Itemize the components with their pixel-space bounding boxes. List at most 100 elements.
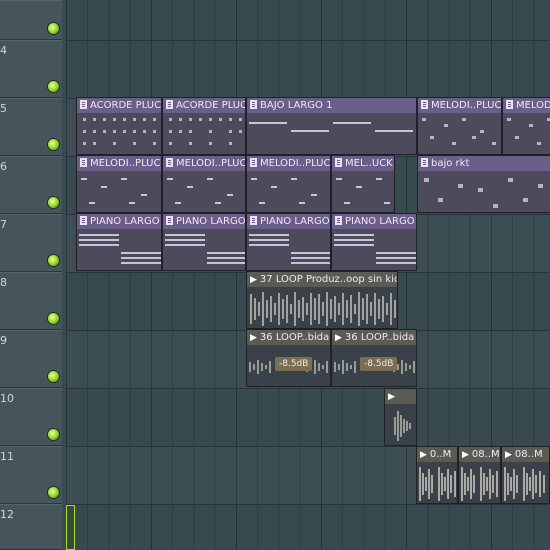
clip-label: 37 LOOP Produz..oop sin kick <box>259 274 397 285</box>
mute-led-icon[interactable] <box>48 139 59 150</box>
clip-bajo-rkt[interactable]: bajo rkt <box>417 155 550 213</box>
lane-4[interactable] <box>66 40 550 99</box>
clip-audio-0m[interactable]: ▶ 0..M <box>416 446 458 504</box>
clip-small-audio[interactable]: ▶ <box>384 388 417 446</box>
clip-loop-37[interactable]: ▶ 37 LOOP Produz..oop sin kick <box>246 271 398 329</box>
waveform <box>250 292 396 326</box>
clip-header: ACORDE PLUCK <box>77 98 161 113</box>
mute-led-icon[interactable] <box>48 371 59 382</box>
clip-piano-largo[interactable]: PIANO LARGO <box>76 213 162 271</box>
track-header-11[interactable]: 11 <box>0 446 62 504</box>
track-header-7[interactable]: 7 <box>0 214 62 272</box>
clip-loop-36[interactable]: ▶ 36 LOOP..bida -8.5dB <box>246 329 331 387</box>
clip-melodi-pluck[interactable]: MELODI..PLUCK <box>417 97 502 155</box>
track-number: 8 <box>0 276 7 289</box>
mute-led-icon[interactable] <box>48 197 59 208</box>
mute-led-icon[interactable] <box>48 313 59 324</box>
clip-header: BAJO LARGO 1 <box>247 98 416 113</box>
clip-header: ▶ 08..M <box>502 447 549 462</box>
audio-clip-icon: ▶ <box>462 450 469 460</box>
clip-melodi-pluck[interactable]: MELODI..PLUCK <box>76 155 162 213</box>
pattern-icon <box>80 216 87 225</box>
playlist-grid[interactable]: ACORDE PLUCK ACORDE PLUCK BAJO LARGO 1 M… <box>66 0 550 550</box>
clip-mel-uck[interactable]: MEL..UCK <box>331 155 395 213</box>
track-header-5[interactable]: 5 <box>0 98 62 156</box>
track-header-3[interactable] <box>0 0 62 40</box>
clip-melodi-pluck[interactable]: MELODI..PLUCK <box>162 155 246 213</box>
clip-header: PIANO LARGO <box>163 214 245 229</box>
clip-header: PIANO LARGO <box>77 214 161 229</box>
clip-header: MELODI..PLUCK <box>163 156 245 171</box>
mute-led-icon[interactable] <box>48 487 59 498</box>
track-header-6[interactable]: 6 <box>0 156 62 214</box>
track-header-12[interactable]: 12 <box>0 504 62 550</box>
selection-marker[interactable] <box>66 505 75 550</box>
clip-header: MELODI..PLUCK <box>247 156 330 171</box>
clip-header: ▶ <box>385 389 416 404</box>
track-header-8[interactable]: 8 <box>0 272 62 330</box>
track-number: 7 <box>0 218 7 231</box>
waveform <box>419 467 456 501</box>
clip-label: 36 LOOP..bida <box>259 332 330 343</box>
audio-clip-icon: ▶ <box>250 333 257 343</box>
clip-header: PIANO LARGO <box>332 214 416 229</box>
clip-header: ACORDE PLUCK <box>163 98 245 113</box>
pattern-icon <box>421 158 428 167</box>
track-header-9[interactable]: 9 <box>0 330 62 388</box>
clip-label: ACORDE PLUCK <box>176 100 245 111</box>
clip-header: PIANO LARGO <box>247 214 330 229</box>
clip-header: ▶ 37 LOOP Produz..oop sin kick <box>247 272 397 287</box>
clip-audio-08m[interactable]: ▶ 08..M <box>458 446 501 504</box>
clip-label: PIANO LARGO <box>260 216 330 227</box>
track-number: 9 <box>0 334 7 347</box>
clip-header: MELODI..PLUCK <box>503 98 550 113</box>
clip-acorde-pluck[interactable]: ACORDE PLUCK <box>76 97 162 155</box>
gain-badge[interactable]: -8.5dB <box>275 357 313 371</box>
clip-bajo-largo[interactable]: BAJO LARGO 1 <box>246 97 417 155</box>
clip-label: MELODI..PLUCK <box>516 100 550 111</box>
clip-label: MELODI..PLUCK <box>90 158 161 169</box>
lane-12[interactable] <box>66 504 550 550</box>
clip-piano-largo[interactable]: PIANO LARGO <box>246 213 331 271</box>
audio-clip-icon: ▶ <box>250 275 257 285</box>
pattern-icon <box>250 100 257 109</box>
track-header-10[interactable]: 10 <box>0 388 62 446</box>
clip-label: MELODI..PLUCK <box>431 100 501 111</box>
clip-piano-largo[interactable]: PIANO LARGO <box>162 213 246 271</box>
gain-badge[interactable]: -8.5dB <box>360 357 398 371</box>
clip-label: 08..M <box>471 449 500 460</box>
clip-label: MELODI..PLUCK <box>260 158 330 169</box>
pattern-icon <box>335 216 342 225</box>
clip-acorde-pluck[interactable]: ACORDE PLUCK <box>162 97 246 155</box>
clip-label: 08..M <box>514 449 543 460</box>
mute-led-icon[interactable] <box>48 81 59 92</box>
clip-melodi-pluck[interactable]: MELODI..PLUCK <box>502 97 550 155</box>
audio-clip-icon: ▶ <box>505 450 512 460</box>
pattern-icon <box>506 100 513 109</box>
clip-audio-08m[interactable]: ▶ 08..M <box>501 446 550 504</box>
clip-melodi-pluck[interactable]: MELODI..PLUCK <box>246 155 331 213</box>
clip-loop-36[interactable]: ▶ 36 LOOP..bida -8.5dB <box>331 329 417 387</box>
track-header-4[interactable]: 4 <box>0 40 62 98</box>
audio-clip-icon: ▶ <box>388 392 395 402</box>
waveform <box>504 467 545 501</box>
mute-led-icon[interactable] <box>48 23 59 34</box>
clip-label: MELODI..PLUCK <box>176 158 245 169</box>
clip-header: MELODI..PLUCK <box>77 156 161 171</box>
mute-led-icon[interactable] <box>48 255 59 266</box>
playlist-window: 4 5 6 7 8 9 10 11 12 ACORDE PLUCK ACORDE… <box>0 0 550 550</box>
track-number: 12 <box>0 508 14 521</box>
clip-piano-largo[interactable]: PIANO LARGO <box>331 213 417 271</box>
clip-label: PIANO LARGO <box>345 216 415 227</box>
pattern-icon <box>166 100 173 109</box>
lane-10[interactable] <box>66 388 550 447</box>
clip-label: bajo rkt <box>431 158 470 169</box>
pattern-icon <box>80 100 87 109</box>
track-number: 5 <box>0 102 7 115</box>
clip-header: bajo rkt <box>418 156 550 171</box>
mute-led-icon[interactable] <box>48 429 59 440</box>
track-number: 10 <box>0 392 14 405</box>
pattern-icon <box>166 158 173 167</box>
clip-header: MEL..UCK <box>332 156 394 171</box>
track-headers: 4 5 6 7 8 9 10 11 12 <box>0 0 66 550</box>
